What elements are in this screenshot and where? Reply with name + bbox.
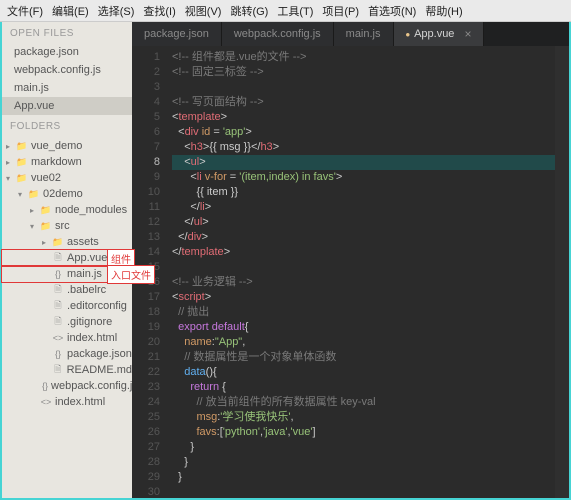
menu-item[interactable]: 项目(P) xyxy=(319,2,362,20)
folder-icon: 📁 xyxy=(28,188,40,200)
tab-label: package.json xyxy=(144,28,209,40)
folder-tree: ▸📁vue_demo▸📁markdown▾📁vue02▾📁02demo▸📁nod… xyxy=(2,136,132,410)
editor-tab[interactable]: webpack.config.js xyxy=(222,22,334,46)
tree-item[interactable]: ▾📁src xyxy=(2,218,132,234)
html-icon: <> xyxy=(52,332,64,344)
tree-item-label: src xyxy=(55,220,70,232)
file-icon: 🗎 xyxy=(52,252,64,264)
tree-item-label: index.html xyxy=(55,396,105,408)
tree-item[interactable]: ▸📁node_modules xyxy=(2,202,132,218)
folder-icon: 📁 xyxy=(52,236,64,248)
menu-item[interactable]: 工具(T) xyxy=(274,2,316,20)
tree-item-label: main.js xyxy=(67,268,102,280)
tree-item-label: vue02 xyxy=(31,172,61,184)
folders-title: FOLDERS xyxy=(2,115,132,136)
app-frame: OPEN FILES package.jsonwebpack.config.js… xyxy=(0,22,571,500)
expand-arrow-icon[interactable]: ▸ xyxy=(42,238,52,247)
menu-item[interactable]: 查找(I) xyxy=(140,2,178,20)
expand-arrow-icon[interactable]: ▸ xyxy=(30,206,40,215)
folder-icon: 📁 xyxy=(40,204,52,216)
close-icon[interactable]: × xyxy=(464,27,471,41)
tree-item[interactable]: {}package.json xyxy=(2,346,132,362)
tree-item[interactable]: <>index.html xyxy=(2,394,132,410)
annotation-callout: 入口文件 xyxy=(107,265,155,284)
tab-label: App.vue xyxy=(414,28,454,40)
tree-item-label: webpack.config.js xyxy=(51,380,138,392)
expand-arrow-icon[interactable]: ▾ xyxy=(6,174,16,183)
editor-tab[interactable]: main.js xyxy=(334,22,394,46)
folder-icon: 📁 xyxy=(16,140,28,152)
tree-item-label: .gitignore xyxy=(67,316,112,328)
tree-item-label: package.json xyxy=(67,348,132,360)
tree-item-label: index.html xyxy=(67,332,117,344)
sidebar: OPEN FILES package.jsonwebpack.config.js… xyxy=(2,22,132,498)
expand-arrow-icon[interactable]: ▸ xyxy=(6,142,16,151)
code-icon: {} xyxy=(42,380,48,392)
file-icon: 🗎 xyxy=(52,284,64,296)
menu-item[interactable]: 选择(S) xyxy=(95,2,138,20)
expand-arrow-icon[interactable]: ▸ xyxy=(6,158,16,167)
menu-item[interactable]: 文件(F) xyxy=(4,2,46,20)
tree-item-label: markdown xyxy=(31,156,82,168)
file-icon: 🗎 xyxy=(52,364,64,376)
folder-icon: 📁 xyxy=(16,172,28,184)
open-files-title: OPEN FILES xyxy=(2,22,132,43)
expand-arrow-icon[interactable]: ▾ xyxy=(30,222,40,231)
html-icon: <> xyxy=(40,396,52,408)
open-file-item[interactable]: main.js xyxy=(2,79,132,97)
folder-icon: 📁 xyxy=(16,156,28,168)
tree-item[interactable]: {}webpack.config.js xyxy=(2,378,132,394)
tree-item[interactable]: {}main.js入口文件 xyxy=(2,266,132,282)
tree-item-label: App.vue xyxy=(67,252,107,264)
tree-item[interactable]: 🗎README.md xyxy=(2,362,132,378)
tree-item-label: vue_demo xyxy=(31,140,82,152)
tree-item[interactable]: 🗎.gitignore xyxy=(2,314,132,330)
editor: package.json webpack.config.js main.js App.… xyxy=(132,22,569,498)
open-files-list: package.jsonwebpack.config.jsmain.jsApp.… xyxy=(2,43,132,115)
menubar: 文件(F)编辑(E)选择(S)查找(I)视图(V)跳转(G)工具(T)项目(P)… xyxy=(0,0,571,22)
tree-item[interactable]: <>index.html xyxy=(2,330,132,346)
tab-bar: package.json webpack.config.js main.js App.… xyxy=(132,22,569,46)
tree-item-label: .babelrc xyxy=(67,284,106,296)
folder-icon: 📁 xyxy=(40,220,52,232)
open-file-item[interactable]: package.json xyxy=(2,43,132,61)
tree-item-label: 02demo xyxy=(43,188,83,200)
tree-item-label: node_modules xyxy=(55,204,127,216)
tree-item[interactable]: ▸📁markdown xyxy=(2,154,132,170)
editor-tab[interactable]: package.json xyxy=(132,22,222,46)
file-icon: 🗎 xyxy=(52,316,64,328)
tree-item-label: assets xyxy=(67,236,99,248)
tree-item-label: .editorconfig xyxy=(67,300,127,312)
menu-item[interactable]: 帮助(H) xyxy=(422,2,465,20)
tree-item[interactable]: ▾📁02demo xyxy=(2,186,132,202)
code-area[interactable]: 1234567891011121314151617181920212223242… xyxy=(132,46,569,498)
menu-item[interactable]: 首选项(N) xyxy=(365,2,419,20)
tree-item[interactable]: ▾📁vue02 xyxy=(2,170,132,186)
minimap[interactable] xyxy=(555,46,569,498)
open-file-item[interactable]: webpack.config.js xyxy=(2,61,132,79)
code-icon: {} xyxy=(52,348,64,360)
menu-item[interactable]: 跳转(G) xyxy=(227,2,271,20)
code-content[interactable]: <!-- 组件都是.vue的文件 --><!-- 固定三标签 --> <!-- … xyxy=(166,46,555,498)
tab-label: main.js xyxy=(346,28,381,40)
tree-item-label: README.md xyxy=(67,364,132,376)
menu-item[interactable]: 视图(V) xyxy=(182,2,225,20)
expand-arrow-icon[interactable]: ▾ xyxy=(18,190,28,199)
tree-item[interactable]: 🗎.babelrc xyxy=(2,282,132,298)
tab-label: webpack.config.js xyxy=(234,28,321,40)
menu-item[interactable]: 编辑(E) xyxy=(49,2,92,20)
open-file-item[interactable]: App.vue xyxy=(2,97,132,115)
file-icon: 🗎 xyxy=(52,300,64,312)
editor-tab[interactable]: App.vue × xyxy=(394,22,485,46)
code-icon: {} xyxy=(52,268,64,280)
tree-item[interactable]: ▸📁vue_demo xyxy=(2,138,132,154)
tree-item[interactable]: 🗎.editorconfig xyxy=(2,298,132,314)
